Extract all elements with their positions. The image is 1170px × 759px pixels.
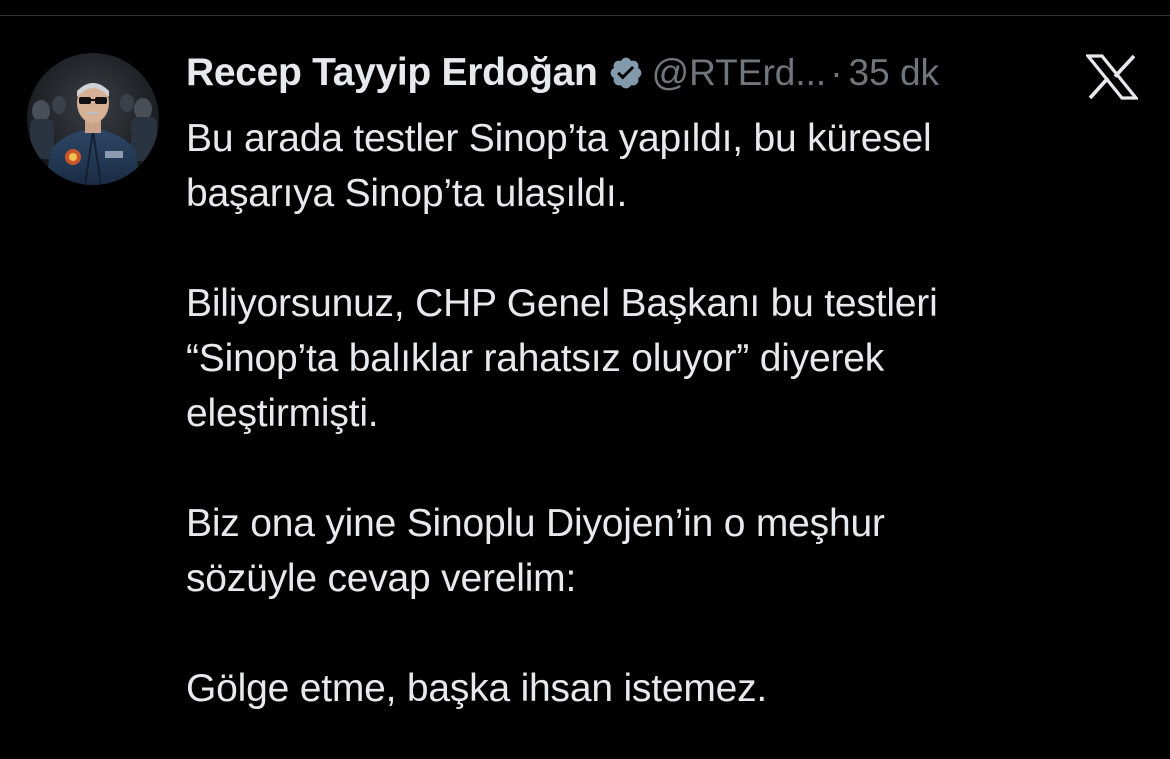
text-line: sözüyle cevap verelim: [186,557,577,600]
text-line: eleştirmişti. [186,392,379,435]
tweet-paragraph: Biz ona yine Sinoplu Diyojen’in o meşhur… [186,496,1146,606]
text-line: Bu arada testler Sinop’ta yapıldı, bu kü… [186,117,932,160]
tweet-text: Bu arada testler Sinop’ta yapıldı, bu kü… [186,111,1146,716]
separator-dot: · [830,52,843,93]
text-line: “Sinop’ta balıklar rahatsız oluyor” diye… [186,337,885,380]
text-line: Biliyorsunuz, CHP Genel Başkanı bu testl… [186,282,938,325]
avatar-photo [27,53,159,185]
tweet-paragraph: Biliyorsunuz, CHP Genel Başkanı bu testl… [186,276,1146,441]
text-line: Biz ona yine Sinoplu Diyojen’in o meşhur [186,502,885,545]
text-line: başarıya Sinop’ta ulaşıldı. [186,172,628,215]
author-name[interactable]: Recep Tayyip Erdoğan [186,51,598,95]
tweet-timestamp[interactable]: 35 dk [849,52,940,94]
x-logo-icon[interactable] [1084,54,1140,100]
verified-badge-icon[interactable] [608,55,644,91]
avatar[interactable] [27,53,159,185]
tweet[interactable]: Recep Tayyip Erdoğan @RTErd... · 35 dk B… [0,0,1170,759]
tweet-paragraph: Bu arada testler Sinop’ta yapıldı, bu kü… [186,111,1146,221]
text-line: Gölge etme, başka ihsan istemez. [186,667,768,710]
tweet-paragraph: Gölge etme, başka ihsan istemez. [186,661,1146,716]
author-handle[interactable]: @RTErd... [652,52,827,94]
tweet-header: Recep Tayyip Erdoğan @RTErd... · 35 dk [186,48,939,98]
